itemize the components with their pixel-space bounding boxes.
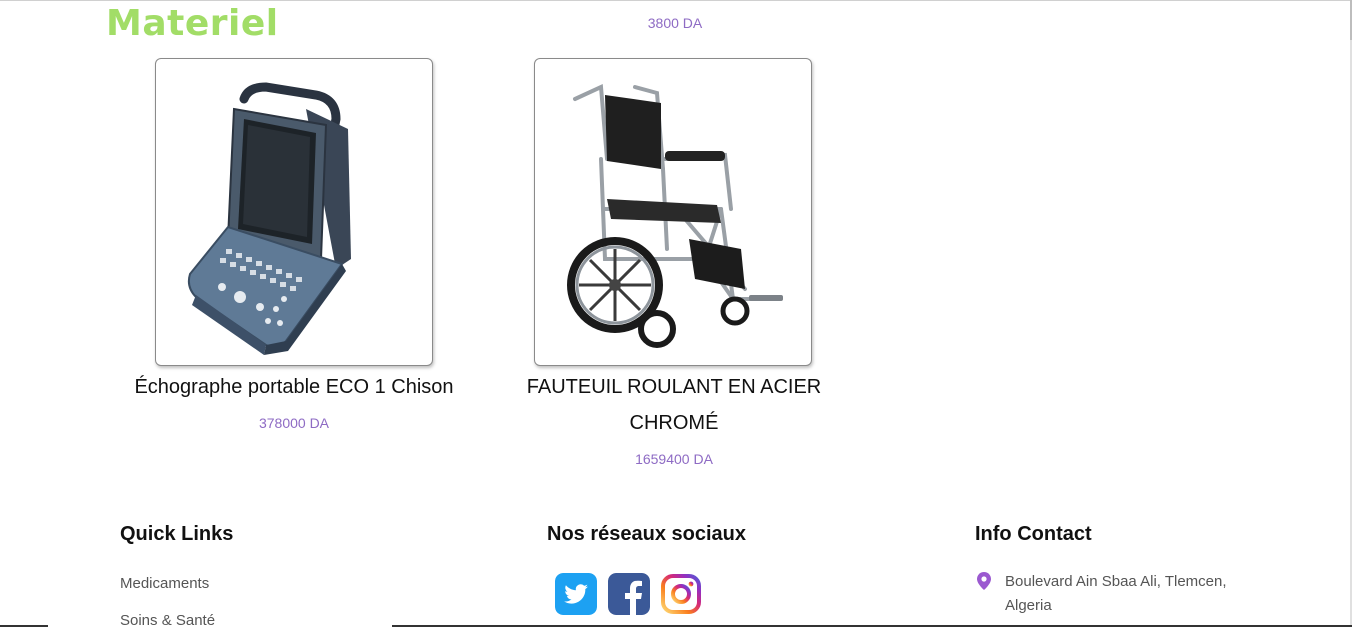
social-heading: Nos réseaux sociaux [547, 523, 746, 545]
contact-heading: Info Contact [975, 523, 1092, 545]
section-title: Materiel [106, 3, 279, 44]
top-divider [0, 0, 1352, 1]
contact-address: Boulevard Ain Sbaa Ali, Tlemcen, Algeria [1005, 573, 1227, 614]
instagram-icon[interactable] [660, 573, 702, 615]
product-name[interactable]: Échographe portable ECO 1 Chison [104, 369, 484, 405]
footer-link-medicaments[interactable]: Medicaments [120, 575, 209, 592]
ultrasound-machine-icon [187, 82, 351, 355]
wheelchair-icon [567, 83, 783, 348]
facebook-icon[interactable] [608, 573, 650, 615]
product-price: 378000 DA [258, 415, 330, 431]
product-image-ultrasound[interactable] [155, 58, 433, 366]
twitter-icon[interactable] [555, 573, 597, 615]
quick-links-heading: Quick Links [120, 523, 234, 545]
location-pin-icon [977, 572, 991, 590]
footer-link-soins-sante[interactable]: Soins & Santé [120, 612, 215, 627]
product-price: 1659400 DA [635, 451, 713, 467]
previous-product-price: 3800 DA [647, 15, 703, 31]
product-name[interactable]: FAUTEUIL ROULANT EN ACIER CHROMÉ [524, 369, 824, 441]
product-image-wheelchair[interactable] [534, 58, 812, 366]
